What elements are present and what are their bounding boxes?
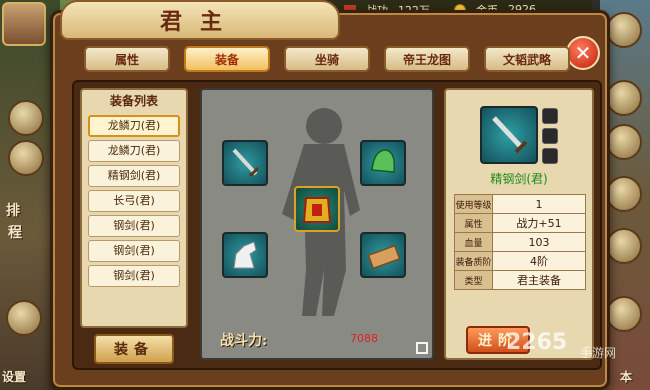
stat-key: 血量 bbox=[454, 232, 493, 252]
gem-socket-icon[interactable] bbox=[542, 128, 558, 144]
stat-key: 使用等级 bbox=[454, 194, 493, 214]
gem-socket-icon[interactable] bbox=[542, 148, 558, 164]
item-stats-table: 使用等级 1 属性 战力+51 血量 103 装备质阶 4阶 类型 君主装备 bbox=[454, 194, 586, 290]
close-icon: ✕ bbox=[574, 41, 592, 65]
gem-socket-icon[interactable] bbox=[542, 108, 558, 124]
tab-strategy[interactable]: 文韬武略 bbox=[484, 46, 570, 72]
watermark-sub: 手游网 bbox=[580, 346, 617, 360]
right-shop-icon[interactable] bbox=[606, 124, 642, 160]
side-settings-icon[interactable] bbox=[6, 300, 42, 336]
tab-bar: 属性 装备 坐骑 帝王龙图 文韬武略 bbox=[84, 46, 570, 72]
stat-key: 属性 bbox=[454, 213, 493, 233]
stat-value: 战力+51 bbox=[492, 213, 586, 233]
tab-mount[interactable]: 坐骑 bbox=[284, 46, 370, 72]
settings-label[interactable]: 设置 bbox=[2, 368, 26, 385]
combat-power-value: 7088 bbox=[350, 332, 378, 345]
combat-power-label: 战斗力: bbox=[220, 333, 268, 349]
item-name: 精钢剑(君) bbox=[490, 172, 548, 186]
stat-value: 1 bbox=[492, 194, 586, 214]
right-bottom-label[interactable]: 本 bbox=[620, 368, 632, 385]
stat-key: 类型 bbox=[454, 270, 493, 290]
character-equipment-view: 战斗力: 7088 bbox=[200, 88, 434, 360]
list-item[interactable]: 龙鳞刀(君) bbox=[88, 140, 180, 162]
table-row: 装备质阶 4阶 bbox=[454, 251, 586, 271]
close-button[interactable]: ✕ bbox=[566, 36, 600, 70]
stat-value: 君主装备 bbox=[492, 270, 586, 290]
table-row: 类型 君主装备 bbox=[454, 270, 586, 290]
table-row: 属性 战力+51 bbox=[454, 213, 586, 233]
helmet-icon bbox=[371, 149, 396, 173]
right-map-icon[interactable] bbox=[606, 80, 642, 116]
right-ranking-icon[interactable] bbox=[606, 296, 642, 332]
right-gift-icon[interactable] bbox=[606, 228, 642, 264]
side-crossed-swords-icon[interactable] bbox=[8, 100, 44, 136]
list-item[interactable]: 龙鳞刀(君) bbox=[88, 115, 180, 137]
tab-equipment[interactable]: 装备 bbox=[184, 46, 270, 72]
side-menu-text-1[interactable]: 排 bbox=[6, 200, 20, 220]
tab-dragon-map[interactable]: 帝王龙图 bbox=[384, 46, 470, 72]
armor-slot[interactable] bbox=[294, 186, 340, 232]
equip-button[interactable]: 装备 bbox=[94, 334, 174, 364]
selected-item-slot bbox=[480, 106, 538, 164]
stat-key: 装备质阶 bbox=[454, 251, 493, 271]
equipment-list-header: 装备列表 bbox=[109, 94, 158, 108]
side-scroll-icon[interactable] bbox=[8, 140, 44, 176]
watermark-logo: 2265 bbox=[506, 330, 568, 355]
list-item[interactable]: 钢剑(君) bbox=[88, 240, 180, 262]
right-new-icon[interactable] bbox=[606, 176, 642, 212]
tab-attributes[interactable]: 属性 bbox=[84, 46, 170, 72]
horse-icon bbox=[233, 241, 257, 269]
sword-icon bbox=[232, 148, 260, 178]
window-title-banner: 君主 bbox=[60, 0, 340, 40]
sword-slot[interactable] bbox=[222, 140, 268, 186]
sword-icon bbox=[492, 116, 528, 154]
resize-corner-icon[interactable] bbox=[416, 342, 428, 354]
helmet-slot[interactable] bbox=[360, 140, 406, 186]
table-row: 血量 103 bbox=[454, 232, 586, 252]
scroll-icon bbox=[367, 244, 401, 270]
table-row: 使用等级 1 bbox=[454, 194, 586, 214]
list-item[interactable]: 精钢剑(君) bbox=[88, 165, 180, 187]
stat-value: 4阶 bbox=[492, 251, 586, 271]
armor-icon bbox=[302, 197, 332, 223]
horse-slot[interactable] bbox=[222, 232, 268, 278]
stat-value: 103 bbox=[492, 232, 586, 252]
player-avatar[interactable] bbox=[2, 2, 46, 46]
list-item[interactable]: 钢剑(君) bbox=[88, 215, 180, 237]
window-title: 君主 bbox=[159, 9, 240, 35]
list-item[interactable]: 钢剑(君) bbox=[88, 265, 180, 287]
side-menu-text-2[interactable]: 程 bbox=[8, 222, 22, 242]
scroll-slot[interactable] bbox=[360, 232, 406, 278]
equipment-list: 装备列表 龙鳞刀(君) 龙鳞刀(君) 精钢剑(君) 长弓(君) 钢剑(君) 钢剑… bbox=[80, 88, 188, 328]
right-mail-icon[interactable] bbox=[606, 12, 642, 48]
item-detail-panel: 精钢剑(君) 使用等级 1 属性 战力+51 血量 103 装备质阶 4阶 类型… bbox=[444, 88, 594, 360]
list-item[interactable]: 长弓(君) bbox=[88, 190, 180, 212]
